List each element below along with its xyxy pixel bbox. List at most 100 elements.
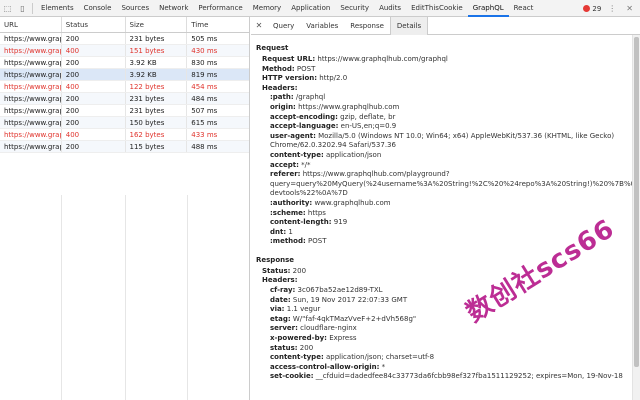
- request-section-title: Request: [256, 44, 289, 52]
- tab-response[interactable]: Response: [344, 17, 390, 35]
- column-status[interactable]: Status: [62, 17, 126, 32]
- cell-url: https://www.grap...: [0, 33, 62, 44]
- cell-url: https://www.grap...: [0, 117, 62, 128]
- header-line: :authority: www.graphqlhub.com: [270, 198, 391, 207]
- cell-size: 231 bytes: [126, 105, 188, 116]
- header-line: content-length: 919: [270, 218, 348, 227]
- table-row[interactable]: https://www.grap...2003.92 KB819 ms: [0, 69, 249, 81]
- tab-console[interactable]: Console: [79, 0, 117, 17]
- tab-sources[interactable]: Sources: [116, 0, 154, 17]
- more-options-icon[interactable]: ⋮: [605, 4, 619, 13]
- header-line: query=query%20MyQuery(%24username%3A%20S…: [270, 179, 632, 188]
- cell-status: 200: [62, 33, 126, 44]
- cell-size: 162 bytes: [126, 129, 188, 140]
- cell-size: 122 bytes: [126, 81, 188, 92]
- tab-application[interactable]: Application: [286, 0, 335, 17]
- tab-graphql[interactable]: GraphQL: [467, 0, 509, 17]
- request-headers-label: Headers:: [262, 83, 298, 92]
- header-line: accept-encoding: gzip, deflate, br: [270, 112, 396, 121]
- header-line: :method: POST: [270, 237, 327, 246]
- header-line: :path: /graphql: [270, 93, 326, 102]
- tab-audits[interactable]: Audits: [374, 0, 406, 17]
- header-line: status: 200: [270, 343, 314, 352]
- device-toggle-icon[interactable]: ▯: [15, 0, 30, 17]
- header-line: cf-ray: 3c067ba52ae12d89-TXL: [270, 286, 383, 295]
- column-url[interactable]: URL: [0, 17, 62, 32]
- tab-network[interactable]: Network: [154, 0, 193, 17]
- header-line: via: 1.1 vegur: [270, 305, 321, 314]
- table-row[interactable]: https://www.grap...200231 bytes505 ms: [0, 33, 249, 45]
- cell-size: 3.92 KB: [126, 57, 188, 68]
- error-count[interactable]: 29: [592, 5, 601, 13]
- cell-status: 200: [62, 117, 126, 128]
- request-headers: :path: /graphql origin: https://www.graph…: [256, 93, 632, 247]
- header-line: dnt: 1: [270, 227, 293, 236]
- close-devtools-icon[interactable]: ✕: [623, 4, 636, 13]
- table-row[interactable]: https://www.grap...400122 bytes454 ms: [0, 81, 249, 93]
- cell-size: 150 bytes: [126, 117, 188, 128]
- response-headers: cf-ray: 3c067ba52ae12d89-TXL date: Sun, 1…: [256, 286, 632, 382]
- header-line: content-type: application/json; charset=…: [270, 353, 435, 362]
- close-details-icon[interactable]: ✕: [251, 21, 267, 30]
- response-section-title: Response: [256, 255, 295, 264]
- table-row[interactable]: https://www.grap...200231 bytes484 ms: [0, 93, 249, 105]
- request-list-header: URL Status Size Time: [0, 17, 249, 33]
- cell-url: https://www.grap...: [0, 105, 62, 116]
- cell-size: 231 bytes: [126, 33, 188, 44]
- details-tabs: ✕ Query Variables Response Details: [251, 16, 640, 35]
- cell-url: https://www.grap...: [0, 93, 62, 104]
- table-row[interactable]: https://www.grap...2003.92 KB830 ms: [0, 57, 249, 69]
- request-list: URL Status Size Time https://www.grap...…: [0, 17, 250, 400]
- table-row[interactable]: https://www.grap...400151 bytes430 ms: [0, 45, 249, 57]
- header-line: content-type: application/json: [270, 150, 382, 159]
- table-row[interactable]: https://www.grap...200231 bytes507 ms: [0, 105, 249, 117]
- request-url: Request URL: https://www.graphqlhub.com/…: [262, 55, 448, 63]
- cell-size: 3.92 KB: [126, 69, 188, 80]
- header-line: referer: https://www.graphqlhub.com/play…: [270, 170, 450, 179]
- cell-url: https://www.grap...: [0, 141, 62, 152]
- tab-performance[interactable]: Performance: [193, 0, 247, 17]
- header-line: date: Sun, 19 Nov 2017 22:07:33 GMT: [270, 295, 408, 304]
- tab-editthiscookie[interactable]: EditThisCookie: [406, 0, 468, 17]
- table-row[interactable]: https://www.grap...400162 bytes433 ms: [0, 129, 249, 141]
- inspect-icon[interactable]: ⬚: [0, 0, 15, 17]
- tab-query[interactable]: Query: [267, 17, 300, 35]
- table-row[interactable]: https://www.grap...200115 bytes488 ms: [0, 141, 249, 153]
- header-line: accept: */*: [270, 160, 311, 169]
- header-line: Chrome/62.0.3202.94 Safari/537.36: [270, 141, 396, 150]
- tab-variables[interactable]: Variables: [300, 17, 344, 35]
- header-line: :scheme: https: [270, 208, 326, 217]
- column-size[interactable]: Size: [126, 17, 188, 32]
- column-time[interactable]: Time: [187, 17, 249, 32]
- cell-time: 430 ms: [191, 47, 218, 55]
- empty-list-area: [0, 195, 250, 400]
- toolbar-divider: [32, 2, 33, 14]
- request-http-version: HTTP version: http/2.0: [262, 74, 348, 83]
- header-line: devtools%22%0A%7D: [270, 189, 348, 198]
- cell-time: 484 ms: [191, 95, 218, 103]
- cell-status: 400: [62, 129, 126, 140]
- cell-time: 507 ms: [191, 107, 218, 115]
- request-rows: https://www.grap...200231 bytes505 mshtt…: [0, 33, 249, 153]
- tab-security[interactable]: Security: [335, 0, 374, 17]
- tab-elements[interactable]: Elements: [36, 0, 79, 17]
- table-row[interactable]: https://www.grap...200150 bytes615 ms: [0, 117, 249, 129]
- cell-status: 200: [62, 141, 126, 152]
- cell-status: 200: [62, 93, 126, 104]
- tab-react[interactable]: React: [509, 0, 539, 17]
- cell-time: 488 ms: [191, 143, 218, 151]
- cell-url: https://www.grap...: [0, 57, 62, 68]
- response-headers-label: Headers:: [262, 276, 298, 285]
- cell-status: 400: [62, 81, 126, 92]
- error-icon[interactable]: [583, 5, 591, 12]
- cell-url: https://www.grap...: [0, 129, 62, 140]
- tab-memory[interactable]: Memory: [248, 0, 286, 17]
- cell-url: https://www.grap...: [0, 81, 62, 92]
- cell-time: 454 ms: [191, 83, 218, 91]
- request-method: Method: POST: [262, 64, 316, 73]
- cell-time: 433 ms: [191, 131, 218, 139]
- details-scrollbar[interactable]: [632, 35, 640, 400]
- scrollbar-thumb[interactable]: [634, 37, 639, 367]
- cell-status: 400: [62, 45, 126, 56]
- tab-details[interactable]: Details: [389, 16, 429, 35]
